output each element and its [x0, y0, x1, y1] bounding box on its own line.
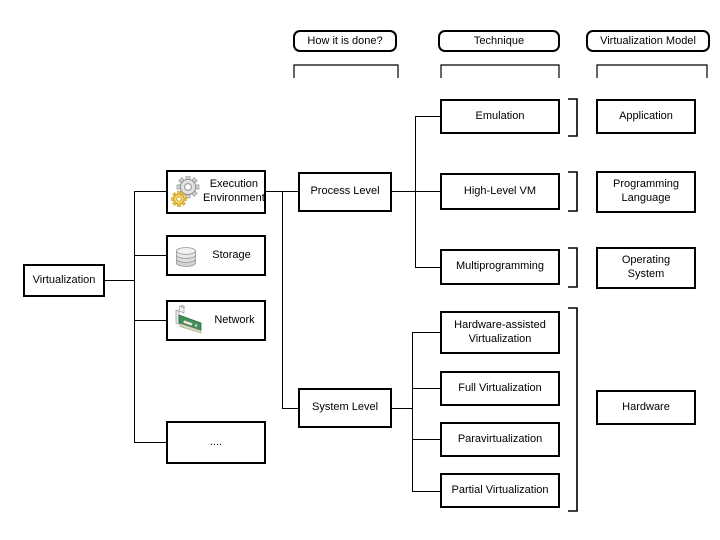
node-system-level-label: System Level — [311, 401, 379, 414]
header-how-it-is-done-label: How it is done? — [307, 35, 383, 47]
node-multiprogramming-label: Multiprogramming — [455, 260, 545, 273]
connector-trunk-execution-environment — [134, 191, 166, 192]
node-partial-virtualization: Partial Virtualization — [440, 473, 560, 508]
bracket-operating-system — [568, 247, 578, 288]
connector-levels-trunk-process-level — [282, 191, 298, 192]
connector-system-level-to-fanout — [392, 408, 412, 409]
node-more-areas-label: .... — [209, 435, 223, 448]
database-icon — [171, 241, 201, 271]
bracket-application — [568, 98, 578, 137]
gears-icon — [171, 176, 201, 208]
node-high-level-vm-label: High-Level VM — [463, 184, 537, 197]
connector-execution-environment-to-levels-trunk — [266, 191, 282, 192]
node-process-level: Process Level — [298, 172, 392, 212]
connector-fanout-high-level-vm — [415, 191, 440, 192]
node-emulation: Emulation — [440, 99, 560, 134]
node-full-virtualization-label: Full Virtualization — [458, 381, 542, 394]
node-storage-label: Storage — [212, 248, 251, 261]
node-full-virtualization: Full Virtualization — [440, 371, 560, 406]
header-how-it-is-done: How it is done? — [293, 30, 397, 52]
connector-fanout-paravirtualization — [412, 439, 440, 440]
node-hardware-assisted-virtualization: Hardware-assisted Virtualization — [440, 311, 560, 354]
connector-levels-trunk-system-level — [282, 408, 298, 409]
node-virtualization: Virtualization — [23, 264, 105, 297]
node-high-level-vm: High-Level VM — [440, 173, 560, 210]
bracket-hardware — [568, 307, 578, 512]
connector-fanout-full-virtualization — [412, 388, 440, 389]
connector-area-trunk — [134, 191, 135, 442]
node-paravirtualization-label: Paravirtualization — [457, 432, 543, 445]
header-technique: Technique — [438, 30, 560, 52]
node-network: Network — [166, 300, 266, 341]
node-multiprogramming: Multiprogramming — [440, 249, 560, 285]
header-virtualization-model: Virtualization Model — [586, 30, 710, 52]
node-programming-language-label: Programming Language — [612, 178, 680, 204]
connector-levels-trunk — [282, 191, 283, 408]
connector-root-to-trunk — [105, 280, 134, 281]
connector-system-fanout-trunk — [412, 332, 413, 491]
diagram-canvas: How it is done? Technique Virtualization… — [0, 0, 720, 540]
node-network-label: Network — [214, 313, 255, 326]
connector-fanout-emulation — [415, 116, 440, 117]
connector-fanout-partial-virtualization — [412, 491, 440, 492]
header-virtualization-model-label: Virtualization Model — [600, 35, 696, 47]
connector-trunk-more — [134, 442, 166, 443]
node-hardware-assisted-virtualization-label: Hardware-assisted Virtualization — [454, 318, 546, 345]
node-system-level: System Level — [298, 388, 392, 428]
connector-fanout-multiprogramming — [415, 267, 440, 268]
header-bracket-virtualization-model — [596, 64, 708, 78]
header-technique-label: Technique — [473, 35, 525, 47]
connector-trunk-network — [134, 320, 166, 321]
node-hardware-label: Hardware — [622, 400, 670, 413]
node-application-label: Application — [619, 109, 673, 122]
node-operating-system-label: Operating System — [621, 254, 671, 280]
node-partial-virtualization-label: Partial Virtualization — [451, 483, 549, 496]
header-bracket-technique — [440, 64, 560, 78]
node-more-areas: .... — [166, 421, 266, 464]
network-card-icon — [171, 304, 207, 338]
node-application: Application — [596, 99, 696, 134]
node-execution-environment-label: Execution Environment — [203, 178, 265, 204]
node-storage: Storage — [166, 235, 266, 276]
bracket-programming-language — [568, 171, 578, 212]
node-hardware: Hardware — [596, 390, 696, 425]
node-programming-language: Programming Language — [596, 171, 696, 213]
connector-process-level-to-fanout — [392, 191, 415, 192]
node-emulation-label: Emulation — [475, 109, 525, 122]
node-paravirtualization: Paravirtualization — [440, 422, 560, 457]
connector-trunk-storage — [134, 255, 166, 256]
node-virtualization-label: Virtualization — [32, 273, 96, 286]
node-operating-system: Operating System — [596, 247, 696, 289]
connector-fanout-hardware-assisted — [412, 332, 440, 333]
header-bracket-how-it-is-done — [293, 64, 399, 78]
node-process-level-label: Process Level — [310, 185, 380, 198]
node-execution-environment: Execution Environment — [166, 170, 266, 214]
